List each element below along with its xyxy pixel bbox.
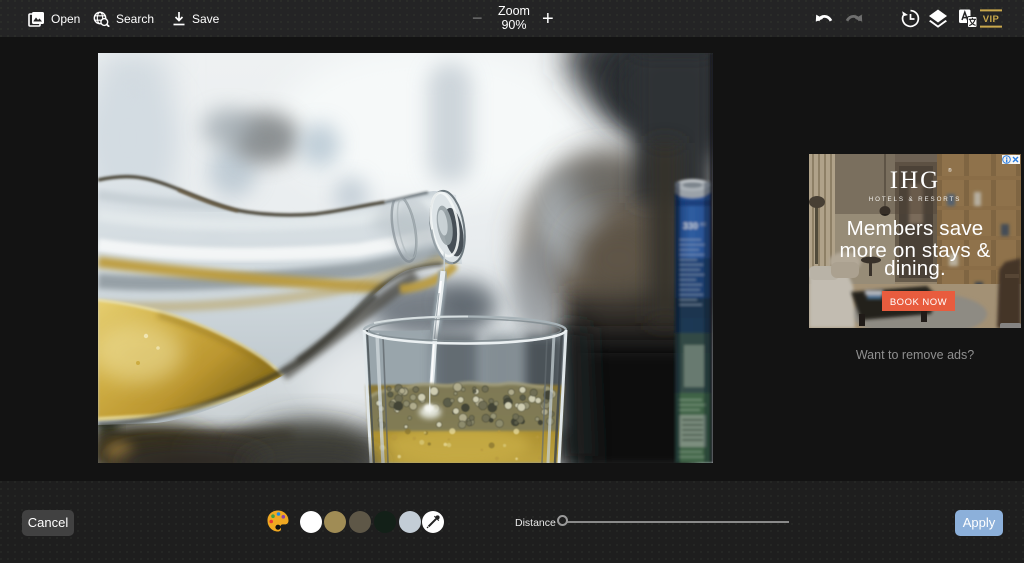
svg-text:BOOK NOW: BOOK NOW bbox=[890, 297, 947, 308]
svg-text:HOTELS & RESORTS: HOTELS & RESORTS bbox=[869, 196, 962, 203]
svg-text:dining.: dining. bbox=[884, 257, 946, 280]
svg-text:Members save: Members save bbox=[847, 217, 984, 240]
svg-text:VIP: VIP bbox=[983, 14, 1000, 25]
svg-text:IHG: IHG bbox=[890, 167, 940, 194]
svg-text:®: ® bbox=[948, 167, 952, 174]
